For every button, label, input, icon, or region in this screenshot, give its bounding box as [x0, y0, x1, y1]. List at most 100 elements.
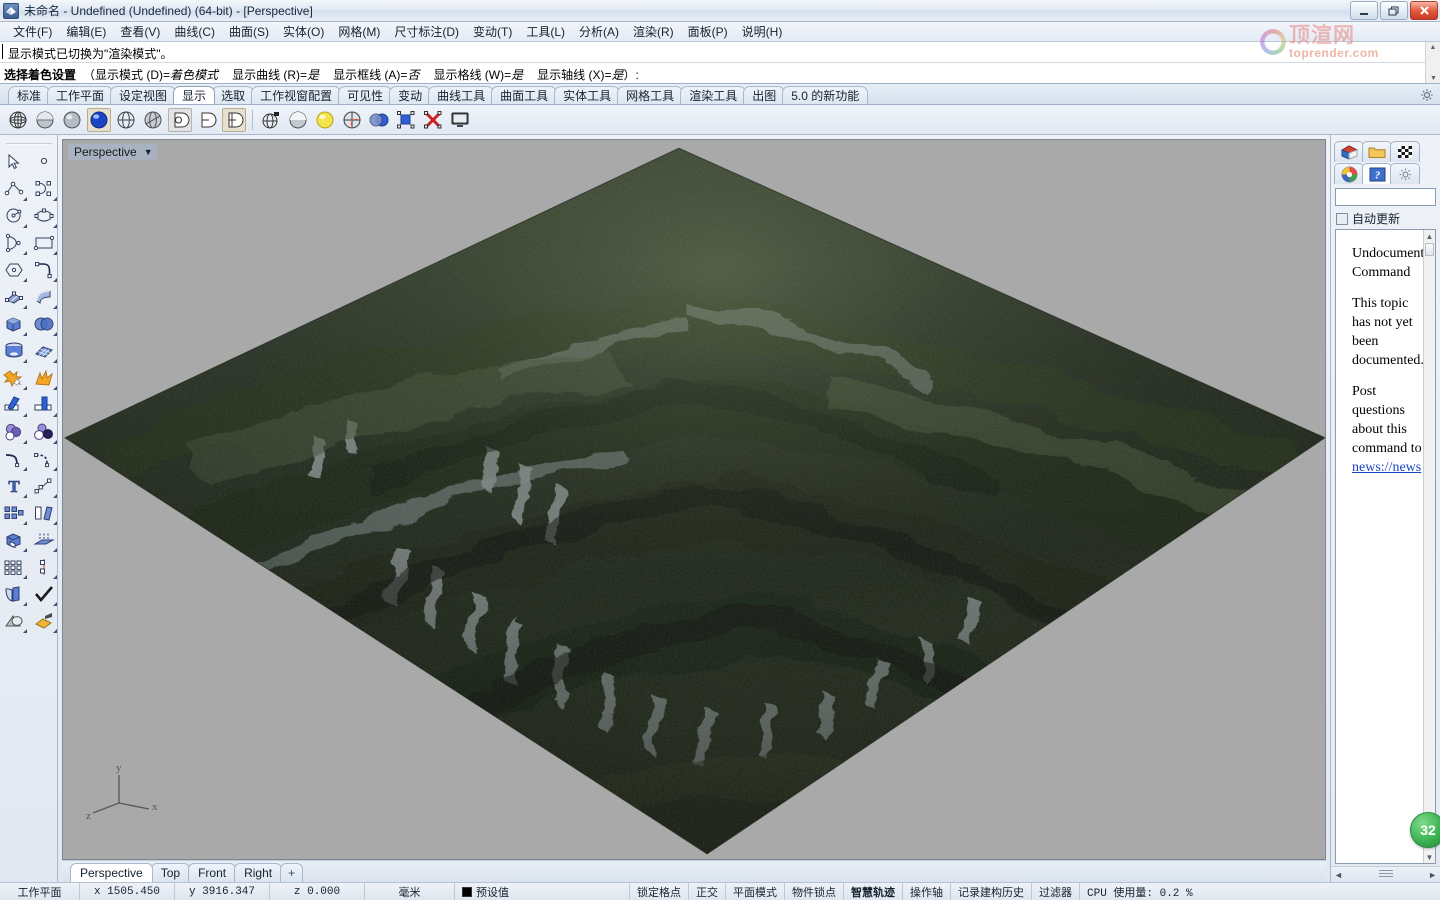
status-toggle-planar[interactable]: 平面模式: [726, 883, 785, 900]
status-layer[interactable]: 预设值: [455, 883, 630, 900]
boolean-difference-icon[interactable]: [0, 419, 28, 445]
rendered-sphere-icon[interactable]: [60, 108, 84, 132]
viewport-tab-perspective[interactable]: Perspective: [70, 863, 153, 882]
menu-item-curve[interactable]: 曲线(C): [167, 22, 222, 41]
checker-texture-icon[interactable]: [1390, 141, 1420, 162]
toolbar-tab-surfacetools[interactable]: 曲面工具: [491, 86, 558, 104]
scale-icon[interactable]: [30, 473, 58, 499]
status-units[interactable]: 毫米: [365, 883, 455, 900]
minimize-button[interactable]: [1350, 1, 1378, 20]
polygon-icon[interactable]: [0, 257, 28, 283]
shade-command-icon[interactable]: [259, 108, 283, 132]
help-scrollbar[interactable]: ▲ ▼: [1423, 230, 1435, 863]
menu-item-mesh[interactable]: 网格(M): [331, 22, 387, 41]
viewport-tab-front[interactable]: Front: [188, 863, 237, 882]
technical-sphere-icon[interactable]: [168, 107, 192, 132]
cap-holes-icon[interactable]: [0, 527, 28, 553]
toolbar-tab-rendertools[interactable]: 渲染工具: [680, 86, 747, 104]
unroll-surface-icon[interactable]: [0, 581, 28, 607]
command-history[interactable]: 显示模式已切换为"渲染模式"。: [0, 42, 1440, 63]
arrow-select-icon[interactable]: [0, 149, 28, 175]
check-object-icon[interactable]: [30, 581, 58, 607]
menu-item-transform[interactable]: 变动(T): [466, 22, 519, 41]
array-icon[interactable]: [0, 500, 28, 526]
menu-item-edit[interactable]: 编辑(E): [59, 22, 113, 41]
point-icon[interactable]: [30, 149, 58, 175]
viewport-tab-right[interactable]: Right: [234, 863, 283, 882]
toolbar-tab-cplane[interactable]: 工作平面: [47, 86, 114, 104]
menu-item-tools[interactable]: 工具(L): [519, 22, 572, 41]
layer-color-swatch[interactable]: [462, 886, 472, 897]
scroll-up-arrow[interactable]: ▲: [1424, 230, 1435, 242]
toolbar-tab-select[interactable]: 选取: [212, 86, 255, 104]
command-scrollbar[interactable]: ▲ ▼: [1425, 42, 1440, 83]
menu-item-dimension[interactable]: 尺寸标注(D): [387, 22, 466, 41]
toolbar-tab-transform[interactable]: 变动: [389, 86, 432, 104]
toolbar-tab-setview[interactable]: 设定视图: [110, 86, 177, 104]
palette-grip[interactable]: [5, 143, 52, 145]
auto-update-checkbox[interactable]: [1336, 212, 1348, 225]
fillet-curve-icon[interactable]: [0, 446, 28, 472]
status-toggle-filter[interactable]: 过滤器: [1032, 883, 1080, 900]
status-toggle-snap[interactable]: 锁定格点: [630, 883, 689, 900]
status-toggle-ortho[interactable]: 正交: [689, 883, 726, 900]
chevron-down-icon[interactable]: ▼: [144, 147, 153, 157]
split-icon[interactable]: [30, 392, 58, 418]
viewport-tab-add[interactable]: +: [280, 863, 304, 882]
polyline-icon[interactable]: [0, 176, 28, 202]
extrude-surface-icon[interactable]: [30, 284, 58, 310]
arc-icon[interactable]: [0, 230, 28, 256]
zoom-selected-icon[interactable]: [394, 108, 418, 132]
prompt-option-showaxes[interactable]: 显示轴线 (X)=是: [537, 66, 623, 83]
menu-item-render[interactable]: 渲染(R): [626, 22, 681, 41]
scroll-left-arrow[interactable]: ◄: [1334, 870, 1343, 880]
toolbar-tab-standard[interactable]: 标准: [8, 86, 51, 104]
blend-curve-icon[interactable]: [30, 446, 58, 472]
circle-icon[interactable]: [0, 203, 28, 229]
menu-item-help[interactable]: 说明(H): [735, 22, 790, 41]
command-prompt[interactable]: 选择着色设置 （ 显示模式 (D)=着色模式 显示曲线 (R)=是 显示框线 (…: [0, 63, 1440, 83]
surface-from-points-icon[interactable]: [0, 284, 28, 310]
scroll-thumb[interactable]: [1425, 243, 1434, 256]
mesh-plane-icon[interactable]: [30, 338, 58, 364]
help-search-field[interactable]: [1336, 189, 1435, 205]
render-object-icon[interactable]: [30, 608, 58, 634]
gear-icon[interactable]: [1390, 163, 1420, 184]
grid-array-icon[interactable]: [0, 554, 28, 580]
status-cplane[interactable]: 工作平面: [0, 883, 80, 900]
toolbar-tab-drafting[interactable]: 出图: [743, 86, 786, 104]
clear-display-icon[interactable]: [421, 108, 445, 132]
box-icon[interactable]: [0, 311, 28, 337]
ellipse-icon[interactable]: [30, 203, 58, 229]
scroll-down-arrow[interactable]: ▼: [1424, 851, 1435, 863]
explode-icon[interactable]: [30, 365, 58, 391]
menu-item-view[interactable]: 查看(V): [113, 22, 167, 41]
viewport-title[interactable]: Perspective ▼: [68, 144, 157, 160]
xray-sphere-icon[interactable]: [141, 108, 165, 132]
light-sphere-icon[interactable]: [313, 108, 337, 132]
shade-objects-icon[interactable]: [0, 608, 28, 634]
menu-item-surface[interactable]: 曲面(S): [222, 22, 276, 41]
boolean-union-icon[interactable]: [0, 365, 28, 391]
pen-sphere-icon[interactable]: [222, 107, 246, 132]
menu-item-panels[interactable]: 面板(P): [681, 22, 735, 41]
prompt-option-displaymode[interactable]: 显示模式 (D)=着色模式: [95, 66, 218, 83]
folder-icon[interactable]: [1362, 141, 1392, 162]
mirror-icon[interactable]: [30, 554, 58, 580]
panel-resize-grip[interactable]: [1378, 870, 1393, 879]
artistic-sphere-icon[interactable]: [195, 108, 219, 132]
help-content-pane[interactable]: Undocumented Command This topic has not …: [1335, 229, 1436, 864]
auto-update-row[interactable]: 自动更新: [1331, 206, 1440, 229]
boolean-intersection-icon[interactable]: [30, 419, 58, 445]
gear-icon[interactable]: [1420, 88, 1434, 102]
toolbar-tab-whatsnew[interactable]: 5.0 的新功能: [782, 86, 869, 104]
toolbar-tab-meshtools[interactable]: 网格工具: [617, 86, 684, 104]
boolean-spheres-icon[interactable]: [30, 311, 58, 337]
render-preview-icon[interactable]: [340, 108, 364, 132]
menu-item-analyze[interactable]: 分析(A): [572, 22, 626, 41]
render-mode-sphere-icon[interactable]: [87, 107, 111, 132]
rectangle-icon[interactable]: [30, 230, 58, 256]
toolbar-tab-viewlayout[interactable]: 工作视窗配置: [251, 86, 342, 104]
curve-fillet-icon[interactable]: [30, 257, 58, 283]
color-wheel-icon[interactable]: [1334, 163, 1364, 184]
